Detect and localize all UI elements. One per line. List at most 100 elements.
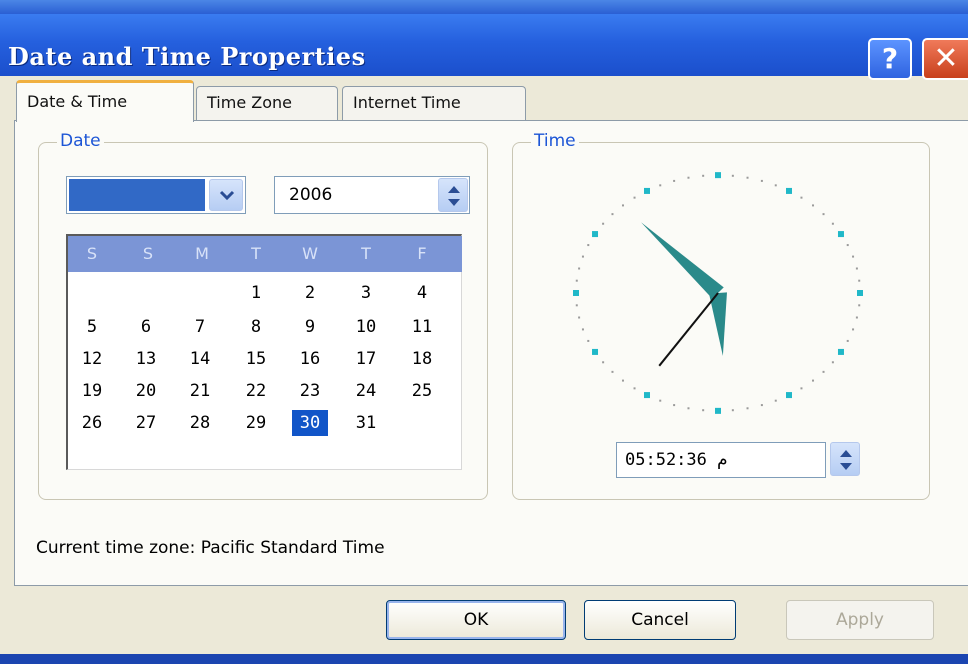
minute-marker bbox=[633, 196, 636, 199]
calendar-day[interactable]: 11 bbox=[404, 314, 440, 340]
minute-marker bbox=[774, 399, 777, 402]
calendar-day[interactable]: 22 bbox=[238, 378, 274, 404]
calendar-day[interactable]: 31 bbox=[348, 410, 384, 436]
weekday-header: S bbox=[86, 244, 98, 263]
spin-arrows-icon bbox=[448, 186, 460, 206]
calendar-day[interactable]: 2 bbox=[292, 280, 328, 306]
minute-marker bbox=[746, 176, 749, 179]
minute-marker bbox=[621, 379, 624, 382]
calendar-day[interactable]: 9 bbox=[292, 314, 328, 340]
minute-marker bbox=[581, 328, 584, 331]
calendar-day[interactable]: 29 bbox=[238, 410, 274, 436]
calendar-day[interactable]: 18 bbox=[404, 346, 440, 372]
hour-marker bbox=[715, 407, 721, 414]
calendar-day[interactable]: 8 bbox=[238, 314, 274, 340]
month-calendar[interactable]: SSMTWTF 1 2 3 4 5 6 7 8 9 10 11 12 13 14 15 16 17 18 19 20 2… bbox=[66, 234, 462, 470]
year-value: 2006 bbox=[289, 185, 333, 205]
clock-face bbox=[573, 172, 863, 414]
minute-marker bbox=[812, 204, 815, 207]
year-spin-buttons[interactable] bbox=[438, 178, 468, 212]
minute-marker bbox=[633, 387, 636, 390]
calendar-day[interactable]: 20 bbox=[128, 378, 164, 404]
calendar-day[interactable]: 15 bbox=[238, 346, 274, 372]
month-selected-value bbox=[69, 179, 205, 211]
tab-date-time[interactable]: Date & Time bbox=[16, 80, 194, 122]
minute-marker bbox=[746, 407, 749, 410]
minute-marker bbox=[659, 184, 662, 187]
month-dropdown-button[interactable] bbox=[209, 179, 243, 211]
taskbar-edge bbox=[0, 654, 968, 664]
calendar-day[interactable]: 1 bbox=[238, 280, 274, 306]
minute-marker bbox=[731, 174, 734, 177]
calendar-day[interactable]: 12 bbox=[74, 346, 110, 372]
calendar-day[interactable]: 28 bbox=[182, 410, 218, 436]
minute-marker bbox=[587, 339, 590, 342]
minute-marker bbox=[575, 304, 578, 307]
calendar-day[interactable]: 23 bbox=[292, 378, 328, 404]
date-group-legend: Date bbox=[57, 131, 104, 151]
close-button[interactable]: ✕ bbox=[922, 38, 968, 80]
calendar-day[interactable]: 3 bbox=[348, 280, 384, 306]
apply-button[interactable]: Apply bbox=[786, 600, 934, 640]
calendar-day[interactable]: 25 bbox=[404, 378, 440, 404]
minute-marker bbox=[846, 339, 849, 342]
minute-marker bbox=[602, 361, 605, 364]
minute-marker bbox=[578, 316, 581, 319]
title-bar[interactable]: Date and Time Properties ? ✕ bbox=[0, 14, 968, 80]
minute-marker bbox=[855, 316, 858, 319]
calendar-day[interactable]: 17 bbox=[348, 346, 384, 372]
minute-hand bbox=[641, 222, 724, 299]
hour-marker bbox=[837, 231, 844, 238]
ok-button[interactable]: OK bbox=[386, 600, 566, 640]
minute-marker bbox=[822, 213, 825, 216]
time-spin-buttons[interactable] bbox=[830, 442, 860, 476]
minute-marker bbox=[822, 370, 825, 373]
minute-marker bbox=[611, 370, 614, 373]
minute-marker bbox=[621, 204, 624, 207]
second-hand bbox=[658, 292, 719, 367]
spin-arrows-icon bbox=[840, 450, 852, 470]
calendar-day[interactable]: 24 bbox=[348, 378, 384, 404]
help-button[interactable]: ? bbox=[868, 38, 912, 80]
hour-marker bbox=[644, 392, 650, 399]
minute-marker bbox=[760, 404, 763, 407]
minute-marker bbox=[858, 279, 861, 282]
calendar-day-selected[interactable]: 30 bbox=[292, 410, 328, 436]
minute-marker bbox=[774, 184, 777, 187]
calendar-day[interactable]: 26 bbox=[74, 410, 110, 436]
time-group-legend: Time bbox=[531, 131, 579, 151]
hour-marker bbox=[592, 231, 599, 238]
calendar-day[interactable]: 4 bbox=[404, 280, 440, 306]
calendar-day[interactable]: 13 bbox=[128, 346, 164, 372]
minute-marker bbox=[575, 279, 578, 282]
time-input[interactable]: 05:52:36 م bbox=[616, 442, 826, 478]
minute-marker bbox=[702, 174, 705, 177]
tab-time-zone[interactable]: Time Zone bbox=[196, 86, 338, 122]
tab-internet-time[interactable]: Internet Time bbox=[342, 86, 526, 122]
weekday-header: T bbox=[361, 244, 371, 263]
top-strip bbox=[0, 0, 968, 14]
calendar-day[interactable]: 21 bbox=[182, 378, 218, 404]
calendar-day[interactable]: 7 bbox=[182, 314, 218, 340]
cancel-button[interactable]: Cancel bbox=[584, 600, 736, 640]
calendar-day[interactable]: 10 bbox=[348, 314, 384, 340]
minute-marker bbox=[673, 179, 676, 182]
hour-marker bbox=[644, 187, 650, 194]
calendar-day[interactable]: 27 bbox=[128, 410, 164, 436]
calendar-day[interactable]: 14 bbox=[182, 346, 218, 372]
calendar-day[interactable]: 16 bbox=[292, 346, 328, 372]
minute-marker bbox=[659, 399, 662, 402]
weekday-header: M bbox=[195, 244, 209, 263]
weekday-header: F bbox=[417, 244, 427, 263]
minute-marker bbox=[858, 304, 861, 307]
minute-marker bbox=[687, 407, 690, 410]
minute-marker bbox=[855, 267, 858, 270]
month-select[interactable] bbox=[66, 176, 246, 214]
calendar-day[interactable]: 5 bbox=[74, 314, 110, 340]
current-time-zone-label: Current time zone: Pacific Standard Time bbox=[36, 538, 385, 558]
calendar-day[interactable]: 19 bbox=[74, 378, 110, 404]
weekday-header: T bbox=[251, 244, 261, 263]
minute-marker bbox=[846, 244, 849, 247]
minute-marker bbox=[831, 361, 834, 364]
calendar-day[interactable]: 6 bbox=[128, 314, 164, 340]
